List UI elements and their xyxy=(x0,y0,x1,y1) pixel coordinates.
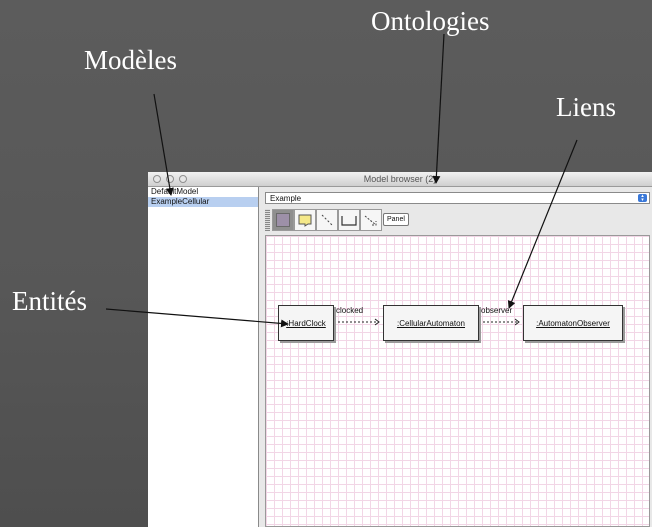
toolbar-grip-icon[interactable] xyxy=(265,209,270,231)
panel-button[interactable]: Panel xyxy=(383,213,409,226)
diagram-links xyxy=(322,318,520,326)
bracket-icon xyxy=(341,216,357,226)
model-content: Example ▴ ▾ Panel:HardClock clocked:Ce… xyxy=(259,187,652,527)
annotation-entites: Entités xyxy=(12,286,87,316)
entity-cellularautomaton-label: :CellularAutomaton xyxy=(396,319,466,328)
entity-hardclock[interactable]: :HardClock xyxy=(278,305,334,341)
annotation-ontologies: Ontologies xyxy=(371,6,490,36)
container-tool-button[interactable] xyxy=(338,209,360,231)
arrow-line-icon xyxy=(364,215,377,226)
entity-hardclock-label: :HardClock xyxy=(286,319,326,328)
diagram-canvas[interactable]: :HardClock clocked :CellularAutomaton ob… xyxy=(265,235,650,527)
model-list: DefaultModel ExampleCellular xyxy=(148,187,259,527)
dashed-line-icon xyxy=(321,214,333,226)
select-arrows-icon[interactable]: ▴ ▾ xyxy=(638,194,647,203)
entity-cellularautomaton[interactable]: :CellularAutomaton xyxy=(383,305,479,341)
annotation-modeles: Modèles xyxy=(84,45,177,75)
arrow-link-tool-button[interactable] xyxy=(360,209,382,231)
link-label-clocked: clocked xyxy=(336,306,364,315)
ontology-select-value: Example xyxy=(270,194,302,203)
note-tool-button[interactable] xyxy=(294,209,316,231)
link-label-observer: observer xyxy=(481,306,513,315)
entity-automatonobserver-label: :AutomatonObserver xyxy=(536,319,610,328)
annotation-liens: Liens xyxy=(556,92,616,122)
model-item-default[interactable]: DefaultModel xyxy=(148,187,258,197)
entity-automatonobserver[interactable]: :AutomatonObserver xyxy=(523,305,623,341)
window-titlebar[interactable]: Model browser (2) xyxy=(148,172,652,187)
dashed-link-tool-button[interactable] xyxy=(316,209,338,231)
window-title: Model browser (2) xyxy=(363,174,437,184)
model-browser-window: Model browser (2) DefaultModel ExampleCe… xyxy=(148,172,652,527)
select-tool-button[interactable] xyxy=(272,209,294,231)
ontology-select[interactable]: Example ▴ ▾ xyxy=(265,192,650,204)
arrow-ontologies xyxy=(432,33,445,184)
model-item-example-cellular[interactable]: ExampleCellular xyxy=(148,197,258,207)
note-icon xyxy=(298,214,312,227)
